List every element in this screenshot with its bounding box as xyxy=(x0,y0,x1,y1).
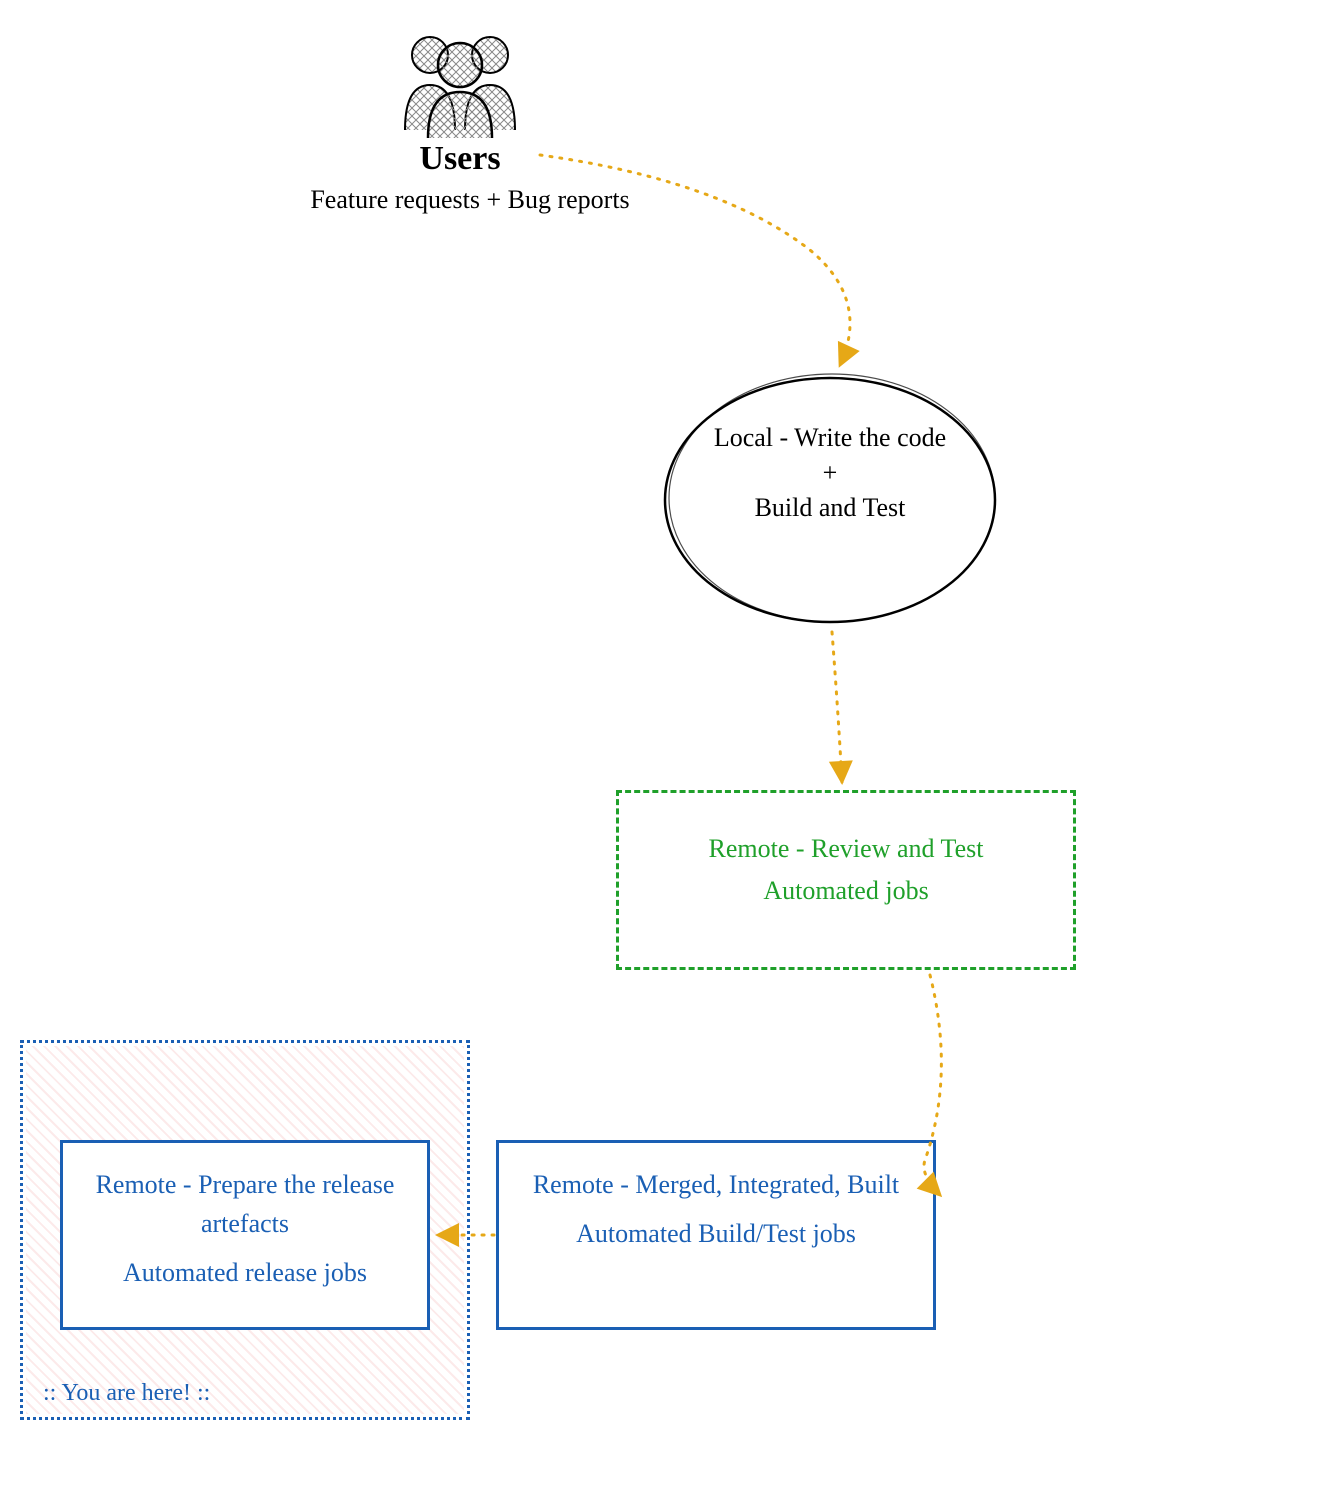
remote-prepare-node: Remote - Prepare the release artefacts A… xyxy=(60,1140,430,1330)
remote-merged-line2: Automated Build/Test jobs xyxy=(499,1214,933,1253)
remote-review-line2: Automated jobs xyxy=(619,870,1073,912)
remote-prepare-line2: Automated release jobs xyxy=(63,1253,427,1292)
local-line1: Local - Write the code xyxy=(700,420,960,455)
diagram-canvas: Users Feature requests + Bug reports Loc… xyxy=(0,0,1323,1494)
users-icon xyxy=(380,20,540,140)
remote-review-line1: Remote - Review and Test xyxy=(619,828,1073,870)
remote-review-node: Remote - Review and Test Automated jobs xyxy=(616,790,1076,970)
local-node-text: Local - Write the code + Build and Test xyxy=(700,420,960,525)
remote-prepare-line1: Remote - Prepare the release artefacts xyxy=(63,1165,427,1243)
users-subtitle: Feature requests + Bug reports xyxy=(260,185,680,215)
arrow-local-to-review xyxy=(832,632,842,782)
local-line3: Build and Test xyxy=(700,490,960,525)
remote-merged-node: Remote - Merged, Integrated, Built Autom… xyxy=(496,1140,936,1330)
remote-merged-line1: Remote - Merged, Integrated, Built xyxy=(499,1165,933,1204)
users-title: Users xyxy=(380,140,540,178)
local-line2: + xyxy=(700,455,960,490)
you-are-here-label: :: You are here! :: xyxy=(43,1380,210,1407)
